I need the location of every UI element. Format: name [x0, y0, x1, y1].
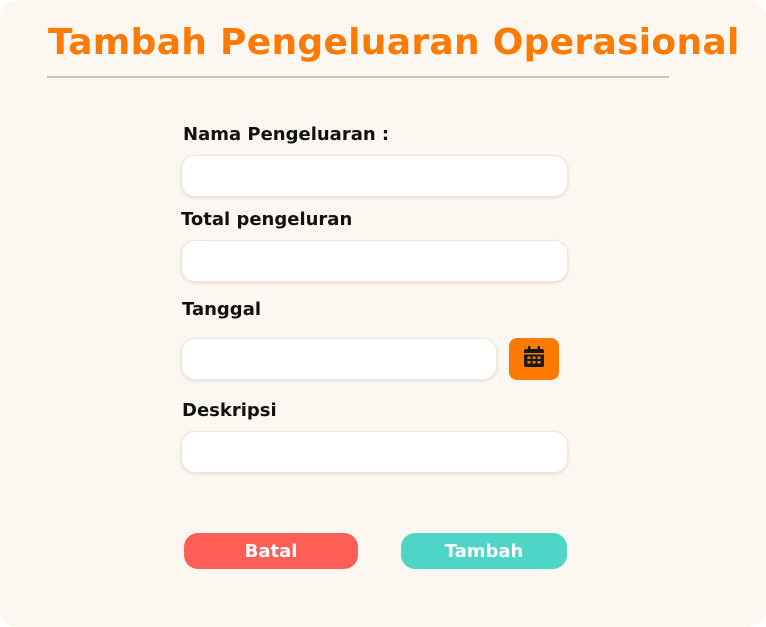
description-label: Deskripsi: [182, 400, 277, 421]
name-input[interactable]: [181, 155, 568, 197]
title-divider: [47, 76, 669, 78]
date-label: Tanggal: [182, 299, 262, 320]
page-title: Tambah Pengeluaran Operasional: [48, 22, 740, 63]
submit-button[interactable]: Tambah: [401, 533, 567, 569]
description-input[interactable]: [181, 431, 568, 473]
date-input[interactable]: [181, 338, 497, 380]
total-label: Total pengeluran: [181, 209, 353, 230]
form-card: Tambah Pengeluaran Operasional Nama Peng…: [0, 0, 766, 627]
name-label: Nama Pengeluaran :: [183, 124, 390, 145]
calendar-icon: [521, 344, 547, 374]
calendar-button[interactable]: [509, 338, 559, 380]
total-input[interactable]: [181, 240, 568, 282]
cancel-button[interactable]: Batal: [184, 533, 358, 569]
